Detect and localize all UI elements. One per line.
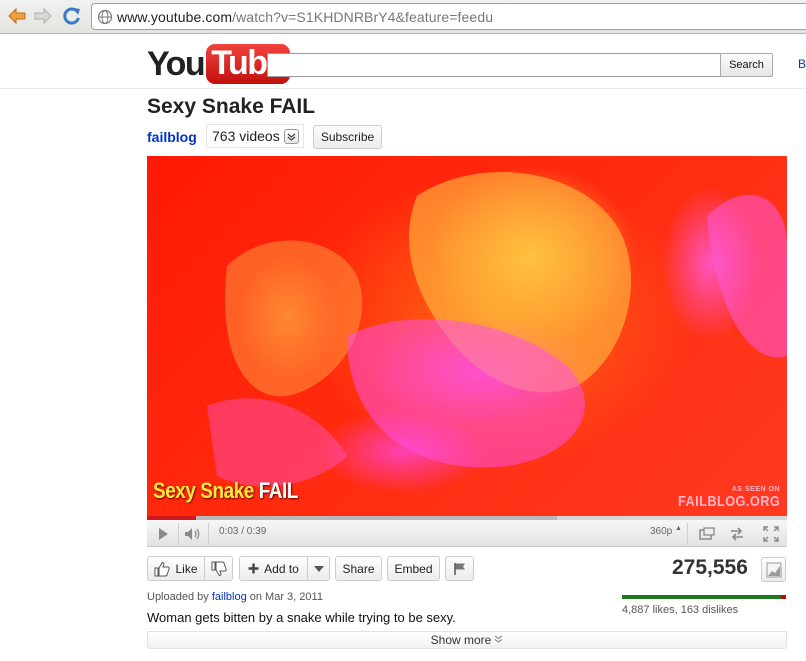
video-description: Woman gets bitten by a snake while tryin…: [147, 610, 456, 625]
player-controls: 0:03 / 0:39 360p ▲: [147, 516, 787, 547]
expand-icon: [731, 527, 743, 541]
thumbs-up-icon: [154, 561, 171, 576]
show-more-button[interactable]: Show more: [147, 631, 787, 649]
volume-button[interactable]: [179, 521, 207, 547]
url-host: www.youtube.com: [117, 9, 233, 25]
like-label: Like: [175, 561, 198, 576]
seek-bar[interactable]: [147, 516, 787, 520]
play-button[interactable]: [149, 521, 177, 547]
subscribe-button[interactable]: Subscribe: [313, 125, 382, 149]
watermark-small-text: AS SEEN ON: [731, 486, 780, 493]
video-caption-overlay: Sexy Snake FAIL: [153, 478, 298, 504]
add-to-dropdown-button[interactable]: [307, 556, 330, 581]
address-bar[interactable]: www.youtube.com/watch?v=S1KHDNRBrY4&feat…: [91, 3, 806, 30]
seek-played-fill: [147, 516, 197, 520]
url-path: /watch?v=S1KHDNRBrY4&feature=feedu: [232, 9, 494, 25]
embed-button[interactable]: Embed: [387, 556, 440, 581]
reload-icon[interactable]: [61, 6, 83, 26]
quality-caret-icon: ▲: [675, 525, 682, 532]
ratings-likes-fill: [622, 595, 781, 599]
search-input[interactable]: [267, 53, 721, 77]
video-count-text: 763 videos: [212, 128, 280, 144]
video-title: Sexy Snake FAIL: [147, 95, 316, 118]
like-button[interactable]: Like: [147, 556, 205, 581]
failblog-watermark: AS SEEN ON FAILBLOG.ORG: [660, 486, 780, 510]
ratings-bar: [622, 595, 786, 599]
ratings-text: 4,887 likes, 163 dislikes: [622, 604, 739, 616]
chevron-down-icon[interactable]: [283, 128, 299, 144]
quality-button[interactable]: 360p ▲: [650, 525, 682, 537]
chevron-down-icon: [494, 635, 503, 645]
popout-button[interactable]: [695, 521, 719, 547]
upload-info: Uploaded by failblog on Mar 3, 2011: [147, 591, 323, 603]
popout-icon: [699, 527, 715, 540]
back-arrow-icon[interactable]: [6, 6, 28, 26]
logo-you-text: You: [147, 44, 206, 83]
caption-part-1: Sexy Snake: [153, 478, 259, 503]
chevron-down-icon: [313, 565, 324, 572]
flag-button[interactable]: [445, 556, 474, 581]
video-player-frame[interactable]: Sexy Snake FAIL AS SEEN ON FAILBLOG.ORG: [147, 156, 787, 516]
channel-link[interactable]: failblog: [147, 129, 197, 145]
flag-icon: [453, 562, 465, 575]
video-still-image: [207, 172, 787, 487]
fullscreen-icon: [763, 526, 779, 542]
stats-button[interactable]: [761, 557, 786, 582]
volume-icon: [185, 528, 200, 540]
fullscreen-button[interactable]: [759, 521, 783, 547]
share-button[interactable]: Share: [335, 556, 382, 581]
search-button[interactable]: Search: [720, 53, 773, 77]
control-separator: [687, 523, 688, 545]
expand-button[interactable]: [725, 521, 749, 547]
add-to-button[interactable]: Add to: [239, 556, 308, 581]
url-text: www.youtube.com/watch?v=S1KHDNRBrY4&feat…: [117, 9, 493, 25]
time-display: 0:03 / 0:39: [219, 526, 267, 537]
play-icon: [159, 528, 168, 540]
browser-toolbar: www.youtube.com/watch?v=S1KHDNRBrY4&feat…: [0, 0, 806, 34]
thumbs-down-icon: [211, 561, 227, 576]
uploader-link[interactable]: failblog: [212, 591, 247, 603]
plus-icon: [248, 563, 259, 574]
watermark-brand-text: FAILBLOG.ORG: [677, 493, 780, 510]
show-more-label: Show more: [430, 633, 492, 647]
uploaded-date: on Mar 3, 2011: [249, 591, 323, 603]
chart-icon: [766, 562, 781, 577]
quality-label: 360p: [650, 526, 673, 537]
view-count: 275,556: [672, 556, 748, 579]
video-count-badge[interactable]: 763 videos: [206, 124, 304, 148]
add-to-label: Add to: [264, 561, 299, 576]
caption-part-2: FAIL: [258, 478, 299, 503]
forward-arrow-icon[interactable]: [32, 6, 54, 26]
header-link-cut[interactable]: B: [798, 57, 806, 71]
seek-loaded-fill: [147, 516, 557, 520]
globe-icon: [97, 9, 113, 30]
uploaded-prefix: Uploaded by: [147, 591, 209, 603]
header-divider: [0, 88, 806, 89]
control-separator: [208, 523, 209, 545]
dislike-button[interactable]: [204, 556, 233, 581]
